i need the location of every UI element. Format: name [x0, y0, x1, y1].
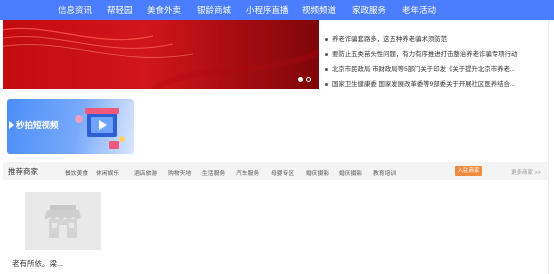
category-tab[interactable]: 休闲娱乐 [96, 168, 119, 177]
page-edge-divider [548, 20, 549, 274]
category-tab[interactable]: 汽车服务 [236, 168, 259, 177]
news-item[interactable]: 要防止五类苗头性问题，有力有序推进打击整治养老诈骗专项行动 [325, 47, 549, 62]
merchant-category-bar: 推荐商家 餐饮美食 休闲娱乐 酒店旅游 购物天地 生活服务 汽车服务 母婴专区 … [3, 162, 548, 180]
more-merchants-link[interactable]: 更多商家 >> [511, 168, 541, 176]
category-tab[interactable]: 教育培训 [373, 168, 396, 177]
shop-name[interactable]: 老有所依。梁... [12, 258, 63, 269]
carousel-dots [298, 77, 311, 82]
join-merchant-button[interactable]: 入驻商家 [455, 166, 482, 176]
nav-item-news[interactable]: 信息资讯 [58, 4, 92, 16]
category-tab[interactable]: 婚庆摄影 [306, 168, 329, 177]
category-tab[interactable]: 酒店旅游 [134, 168, 157, 177]
category-tab[interactable]: 购物天地 [168, 168, 191, 177]
shop-image-placeholder[interactable] [25, 192, 101, 250]
news-item[interactable]: 北京市民政局 市财政局等5部门关于印发《关于提升北京市养老... [325, 62, 549, 77]
news-list: 养老诈骗套路多，这五种养老骗术须防范 要防止五类苗头性问题，有力有序推进打击整治… [325, 32, 549, 92]
bullet-icon [325, 52, 328, 56]
category-tab[interactable]: 母婴专区 [271, 168, 294, 177]
nav-item-food-delivery[interactable]: 美食外卖 [147, 4, 181, 16]
bullet-icon [325, 82, 328, 86]
nav-item-housekeeping[interactable]: 家政服务 [352, 4, 386, 16]
short-video-promo[interactable]: 秒拍短视频 [7, 99, 134, 154]
category-tab[interactable]: 婚庆摄影 [339, 168, 362, 177]
banner-swirl-decoration [3, 27, 319, 89]
news-item[interactable]: 国家卫生健康委 国家发展改革委等9部委关于开展社区医养结合... [325, 77, 549, 92]
nav-item-live[interactable]: 小程序直播 [246, 4, 289, 16]
video-clapper-icon [75, 108, 125, 149]
category-tab[interactable]: 生活服务 [202, 168, 225, 177]
nav-item-bangqingyuan[interactable]: 帮轻园 [107, 4, 133, 16]
top-nav: 信息资讯 帮轻园 美食外卖 银龄商城 小程序直播 视频频道 家政服务 老年活动 [0, 0, 554, 20]
carousel-dot-2[interactable] [306, 77, 311, 82]
news-item[interactable]: 养老诈骗套路多，这五种养老骗术须防范 [325, 32, 549, 47]
nav-item-video[interactable]: 视频频道 [302, 4, 336, 16]
bullet-icon [325, 37, 328, 41]
storefront-icon [45, 205, 81, 238]
bullet-icon [325, 67, 328, 71]
carousel-dot-1[interactable] [298, 77, 303, 82]
banner-carousel[interactable] [3, 20, 319, 89]
section-title: 推荐商家 [8, 167, 38, 176]
nav-item-activities[interactable]: 老年活动 [402, 4, 436, 16]
nav-item-mall[interactable]: 银龄商城 [197, 4, 231, 16]
category-tab[interactable]: 餐饮美食 [65, 168, 88, 177]
